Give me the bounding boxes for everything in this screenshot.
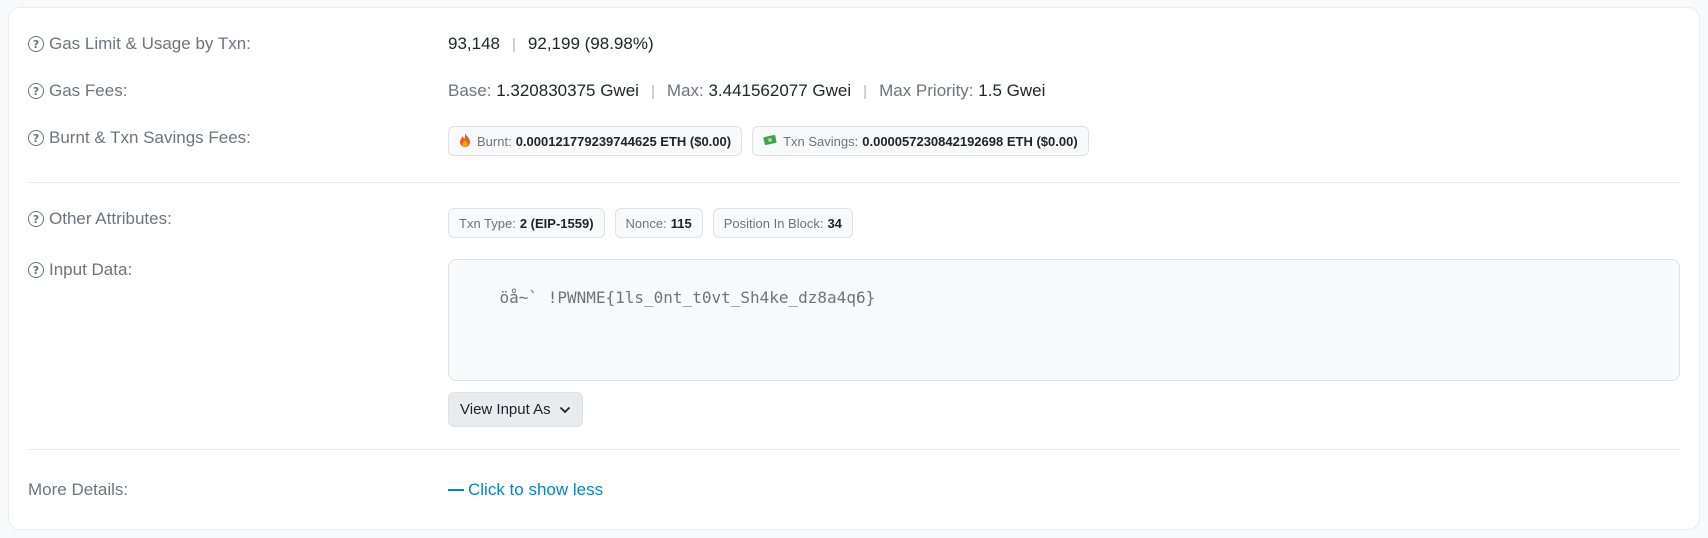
section-divider [28,449,1680,450]
separator: | [650,82,655,100]
more-details-label: More Details: [28,480,129,499]
transaction-details-card: ? Gas Limit & Usage by Txn: 93,148 | 92,… [8,7,1700,530]
help-icon[interactable]: ? [28,130,44,146]
input-data-row: ? Input Data: [28,260,132,280]
txn-type-badge: Txn Type: 2 (EIP-1559) [448,208,605,238]
help-icon[interactable]: ? [28,36,44,52]
help-icon[interactable]: ? [28,262,44,278]
max-priority-label: Max Priority: [879,81,974,100]
input-data-label: ? Input Data: [28,260,132,280]
fire-icon [459,132,471,150]
input-data-text: öå~` !PWNME{1ls_0nt_t0vt_Sh4ke_dz8a4q6} [499,288,876,307]
show-less-link[interactable]: Click to show less [448,480,603,500]
resize-handle-icon[interactable] [1666,367,1676,377]
max-fee-label: Max: [666,81,704,100]
gas-limit-row: ? Gas Limit & Usage by Txn: [28,34,251,54]
chevron-down-icon [559,406,571,414]
separator: | [512,35,516,53]
burnt-badge: Burnt: 0.000121779239744625 ETH ($0.00) [448,126,743,156]
max-fee-value: 3.441562077 Gwei [708,81,852,100]
position-badge: Position In Block: 34 [712,208,853,238]
more-details-row: More Details: [28,480,128,500]
input-data-textarea[interactable]: öå~` !PWNME{1ls_0nt_t0vt_Sh4ke_dz8a4q6} [448,259,1680,381]
other-attributes-row: ? Other Attributes: [28,209,172,229]
gas-fees-value: Base: 1.320830375 Gwei | Max: 3.44156207… [448,81,1045,101]
section-divider [28,182,1680,183]
burnt-fees-row: ? Burnt & Txn Savings Fees: [28,128,251,148]
nonce-badge: Nonce: 115 [614,208,703,238]
gas-limit-label: ? Gas Limit & Usage by Txn: [28,34,251,54]
base-fee-value: 1.320830375 Gwei [496,81,639,100]
other-attributes-label: ? Other Attributes: [28,209,172,229]
help-icon[interactable]: ? [28,83,44,99]
view-input-as-button[interactable]: View Input As [448,392,583,427]
minus-icon [448,489,464,491]
money-icon [763,134,777,149]
burnt-fees-label: ? Burnt & Txn Savings Fees: [28,128,251,148]
gas-fees-label: ? Gas Fees: [28,81,127,101]
separator: | [863,82,868,100]
gas-limit-value: 93,148 | 92,199 (98.98%) [448,34,654,54]
max-priority-value: 1.5 Gwei [978,81,1046,100]
more-details-value: Click to show less [448,480,603,500]
other-attributes-value: Txn Type: 2 (EIP-1559) Nonce: 115 Positi… [448,208,863,238]
burnt-fees-value: Burnt: 0.000121779239744625 ETH ($0.00) … [448,126,1099,156]
base-fee-label: Base: [448,81,492,100]
gas-fees-row: ? Gas Fees: [28,81,127,101]
gas-usage-number: 92,199 (98.98%) [527,34,654,53]
help-icon[interactable]: ? [28,211,44,227]
gas-limit-number: 93,148 [448,34,500,53]
txn-savings-badge: Txn Savings: 0.000057230842192698 ETH ($… [752,126,1089,156]
